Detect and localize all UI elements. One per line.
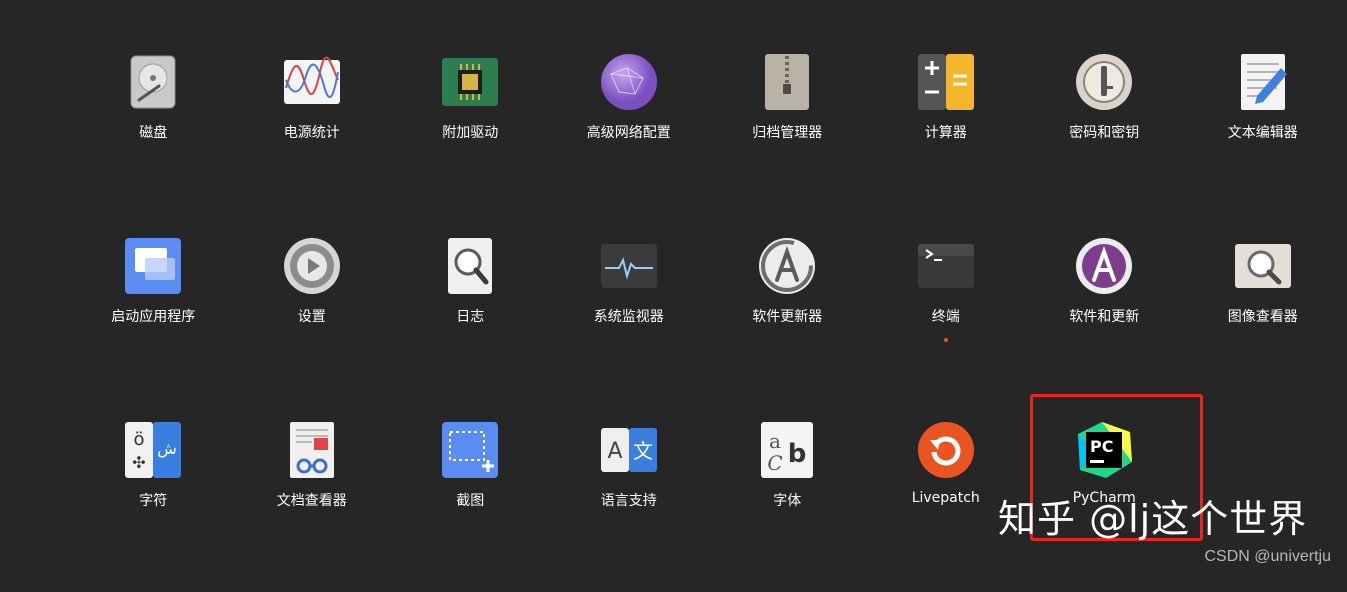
startup-windows-icon (121, 234, 185, 298)
app-archive-manager[interactable]: 归档管理器 (708, 40, 867, 224)
app-calculator[interactable]: 计算器 (867, 40, 1026, 224)
watermark: 知乎 @lj这个世界 (998, 497, 1308, 541)
app-label: 截图 (456, 493, 485, 509)
app-additional-drivers[interactable]: 附加驱动 (391, 40, 550, 224)
app-fonts[interactable]: aCb 字体 (708, 408, 867, 592)
app-power-statistics[interactable]: 电源统计 (233, 40, 392, 224)
svg-text:PC: PC (1090, 437, 1113, 456)
app-label: 启动应用程序 (111, 309, 196, 325)
app-label: 字体 (773, 493, 802, 509)
settings-gear-icon (280, 234, 344, 298)
app-logs[interactable]: 日志 (391, 224, 550, 408)
svg-text:a: a (769, 429, 781, 453)
app-label: 计算器 (924, 125, 967, 141)
text-editor-icon (1231, 50, 1295, 114)
app-label: 归档管理器 (752, 125, 823, 141)
svg-text:文: 文 (633, 439, 653, 463)
app-label: 设置 (297, 309, 326, 325)
app-text-editor[interactable]: 文本编辑器 (1184, 40, 1343, 224)
app-label: 图像查看器 (1227, 309, 1298, 325)
app-screenshot[interactable]: 截图 (391, 408, 550, 592)
app-label: 附加驱动 (442, 125, 499, 141)
app-label: 文本编辑器 (1227, 125, 1298, 141)
app-document-viewer[interactable]: 文档查看器 (233, 408, 392, 592)
power-statistics-icon (280, 50, 344, 114)
calculator-icon (914, 50, 978, 114)
app-language-support[interactable]: A文 语言支持 (550, 408, 709, 592)
network-globe-icon (597, 50, 661, 114)
app-characters[interactable]: ö ✣ ش 字符 (74, 408, 233, 592)
app-startup-apps[interactable]: 启动应用程序 (74, 224, 233, 408)
app-software-updater[interactable]: 软件更新器 (708, 224, 867, 408)
language-icon: A文 (597, 418, 661, 482)
screenshot-icon (438, 418, 502, 482)
credit-watermark: CSDN @univertju (1204, 548, 1332, 565)
svg-text:A: A (607, 439, 622, 464)
app-terminal[interactable]: 终端 (867, 224, 1026, 408)
app-label: 日志 (456, 309, 485, 325)
characters-icon: ö ✣ ش (121, 418, 185, 482)
document-viewer-icon (280, 418, 344, 482)
app-label: 系统监视器 (593, 309, 664, 325)
app-label: 语言支持 (600, 493, 657, 509)
app-label: 高级网络配置 (586, 125, 671, 141)
fonts-icon: aCb (755, 418, 819, 482)
app-label: 密码和密钥 (1069, 125, 1140, 141)
svg-text:ö: ö (134, 429, 145, 450)
disk-icon (121, 50, 185, 114)
software-updates-icon (1072, 234, 1136, 298)
software-updater-icon (755, 234, 819, 298)
app-image-viewer[interactable]: 图像查看器 (1184, 224, 1343, 408)
livepatch-icon (914, 418, 978, 482)
app-label: 电源统计 (283, 125, 340, 141)
app-system-monitor[interactable]: 系统监视器 (550, 224, 709, 408)
app-advanced-network[interactable]: 高级网络配置 (550, 40, 709, 224)
image-viewer-icon (1231, 234, 1295, 298)
app-label: Livepatch (911, 490, 980, 506)
terminal-icon (914, 234, 978, 298)
log-magnifier-icon (438, 234, 502, 298)
pycharm-icon: PC (1072, 418, 1136, 482)
app-disks[interactable]: 磁盘 (74, 40, 233, 224)
app-passwords-keys[interactable]: 密码和密钥 (1025, 40, 1184, 224)
archive-zip-icon (755, 50, 819, 114)
app-label: 终端 (931, 309, 960, 325)
chip-icon (438, 50, 502, 114)
keyring-icon (1072, 50, 1136, 114)
svg-text:C: C (768, 451, 783, 475)
app-label: 字符 (139, 493, 168, 509)
app-label: 磁盘 (139, 125, 168, 141)
running-indicator (943, 338, 948, 342)
svg-text:b: b (788, 439, 807, 469)
svg-text:✣: ✣ (133, 453, 146, 472)
app-software-updates[interactable]: 软件和更新 (1025, 224, 1184, 408)
app-label: 软件更新器 (752, 309, 823, 325)
app-settings[interactable]: 设置 (233, 224, 392, 408)
svg-text:ش: ش (157, 439, 177, 458)
app-label: 软件和更新 (1069, 309, 1140, 325)
system-monitor-icon (597, 234, 661, 298)
app-label: 文档查看器 (276, 493, 347, 509)
